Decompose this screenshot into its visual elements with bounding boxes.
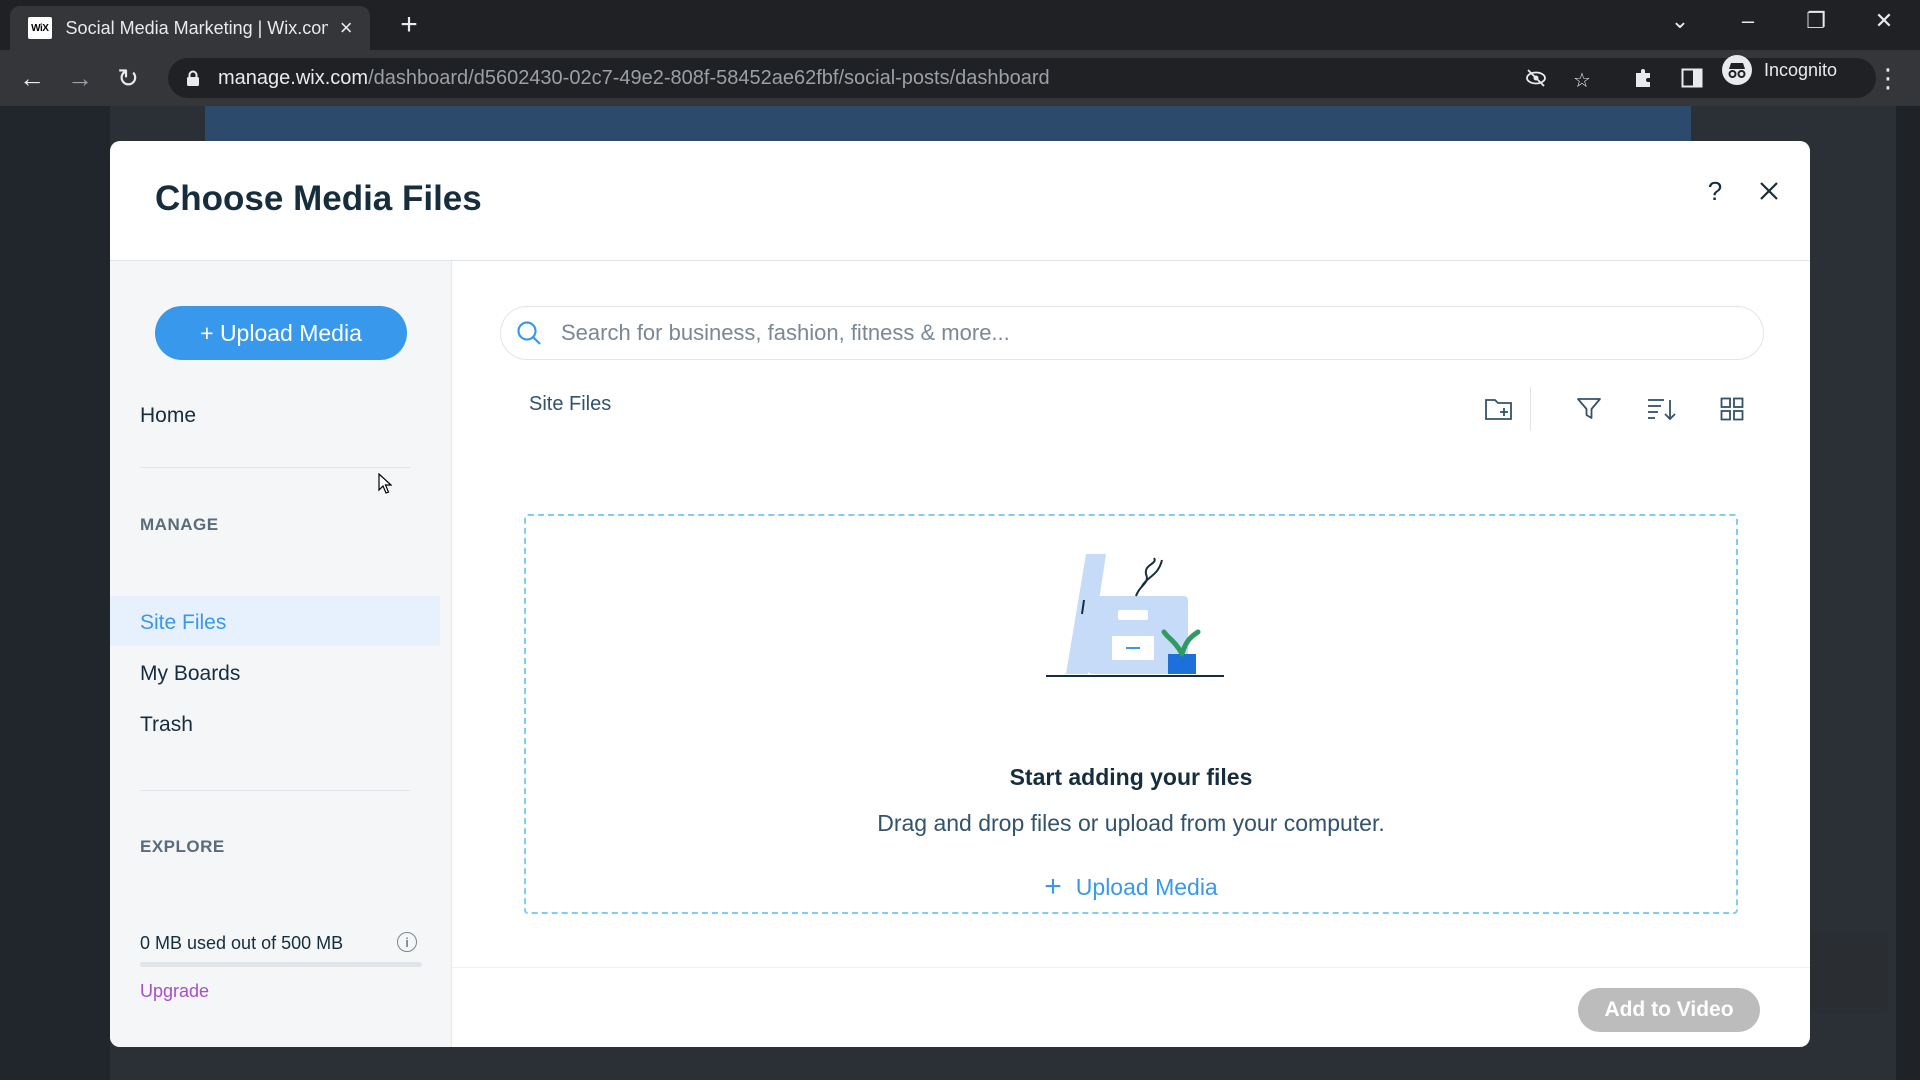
info-icon[interactable]: i [397,932,417,952]
incognito-label: Incognito [1764,59,1838,80]
toolbar-separator [1530,387,1531,431]
storage-usage-bar [140,962,422,967]
browser-tab[interactable]: WiX Social Media Marketing | Wix.com × [10,6,370,50]
help-bubble-dimmed [1798,932,1888,1014]
explore-heading: EXPLORE [140,837,225,856]
sidebar-item-site-files[interactable]: Site Files [140,611,226,635]
plus-icon: + [1044,870,1062,903]
sidebar-item-trash[interactable]: Trash [140,713,193,737]
sidebar-divider [140,467,410,468]
tab-close-icon[interactable]: × [334,15,358,41]
choose-media-modal: Choose Media Files ? + Upload Media Home… [110,141,1810,1047]
side-panel-icon[interactable] [1676,62,1708,94]
sidebar-item-home[interactable]: Home [140,404,196,428]
lock-icon [186,70,200,86]
url-host: manage.wix.com [218,66,369,89]
breadcrumb: Site Files [529,393,612,415]
media-main-panel: Search for business, fashion, fitness & … [452,261,1810,1047]
file-drop-zone[interactable]: Start adding your files Drag and drop fi… [524,514,1738,914]
manage-heading: MANAGE [140,515,219,534]
upload-media-link-label: Upload Media [1075,873,1218,900]
upload-media-button[interactable]: + Upload Media [155,306,407,360]
new-tab-icon[interactable]: + [392,8,426,42]
restore-icon[interactable]: ❐ [1796,8,1836,34]
address-bar[interactable]: manage.wix.com/dashboard/d5602430-02c7-4… [168,58,1876,98]
modal-close-icon[interactable] [1749,171,1789,211]
search-icon [515,319,543,347]
incognito-icon [1722,55,1752,85]
sort-icon[interactable] [1643,391,1679,427]
eye-off-icon[interactable] [1524,68,1548,94]
page-scrollbar[interactable] [1896,106,1920,1080]
modal-title: Choose Media Files [155,179,482,218]
wix-favicon-icon: WiX [28,17,52,39]
tab-title: Social Media Marketing | Wix.com [65,17,329,38]
add-to-video-button[interactable]: Add to Video [1578,988,1760,1032]
window-close-icon[interactable]: ✕ [1864,8,1904,34]
minimize-icon[interactable]: – [1728,8,1768,34]
browser-toolbar: ← → ↻ manage.wix.com/dashboard/d5602430-… [0,50,1920,106]
new-folder-icon[interactable] [1481,391,1517,427]
empty-state-subtitle: Drag and drop files or upload from your … [877,810,1385,836]
browser-menu-icon[interactable]: ⋮ [1872,62,1904,94]
storage-usage-text: 0 MB used out of 500 MB [140,933,344,953]
upload-media-link[interactable]: + Upload Media [526,870,1736,904]
search-input[interactable]: Search for business, fashion, fitness & … [500,306,1764,360]
extensions-puzzle-icon[interactable] [1628,62,1660,94]
dashboard-sidebar-dimmed [0,106,110,1080]
incognito-profile[interactable]: Incognito [1722,55,1837,85]
dashboard-banner-dimmed [205,106,1691,146]
reload-icon[interactable]: ↻ [112,62,144,94]
tab-search-chevron-icon[interactable]: ⌄ [1660,8,1700,34]
url-text: manage.wix.com/dashboard/d5602430-02c7-4… [218,67,1050,90]
browser-tab-strip: WiX Social Media Marketing | Wix.com × +… [0,0,1920,50]
bookmark-star-icon[interactable]: ☆ [1570,68,1594,93]
empty-state-title: Start adding your files [1009,764,1253,790]
search-placeholder: Search for business, fashion, fitness & … [561,320,1010,345]
empty-files-illustration [1036,554,1226,689]
media-sidebar: + Upload Media Home MANAGE Site Files My… [110,261,452,1047]
help-icon[interactable]: ? [1695,171,1735,211]
back-arrow-icon[interactable]: ← [16,62,48,94]
forward-arrow-icon[interactable]: → [64,62,96,94]
sidebar-item-my-boards[interactable]: My Boards [140,662,240,686]
upgrade-link[interactable]: Upgrade [140,981,209,1002]
mouse-cursor-icon [378,472,393,500]
grid-view-icon[interactable] [1714,391,1750,427]
filter-icon[interactable] [1571,391,1607,427]
modal-footer: Add to Video [452,967,1810,1047]
modal-header: Choose Media Files ? [110,141,1810,261]
sidebar-divider [140,790,410,791]
url-path: /dashboard/d5602430-02c7-49e2-808f-58452… [368,66,1050,89]
